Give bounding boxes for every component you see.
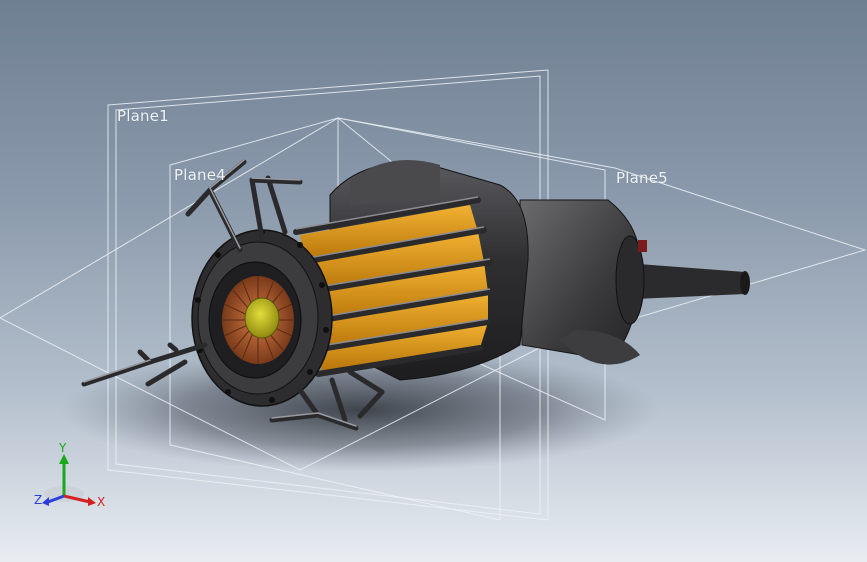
- x-axis-label: X: [97, 495, 105, 509]
- y-axis-label: Y: [58, 441, 67, 455]
- x-axis-arrow: [88, 497, 96, 506]
- energy-core: [222, 276, 294, 364]
- plane-4-label[interactable]: Plane4: [174, 166, 226, 184]
- plane-1-label[interactable]: Plane1: [117, 107, 169, 125]
- z-axis-label: Z: [34, 493, 42, 507]
- reference-triad: Y X Z: [34, 441, 105, 509]
- graphics-viewport[interactable]: Plane1 Plane4 Plane5 Y X Z: [0, 0, 867, 562]
- rear-cap: [519, 199, 647, 365]
- model-scene[interactable]: [0, 0, 867, 562]
- plane-5-label[interactable]: Plane5: [616, 169, 668, 187]
- z-axis-arrow: [42, 497, 49, 506]
- y-axis-arrow: [59, 454, 69, 464]
